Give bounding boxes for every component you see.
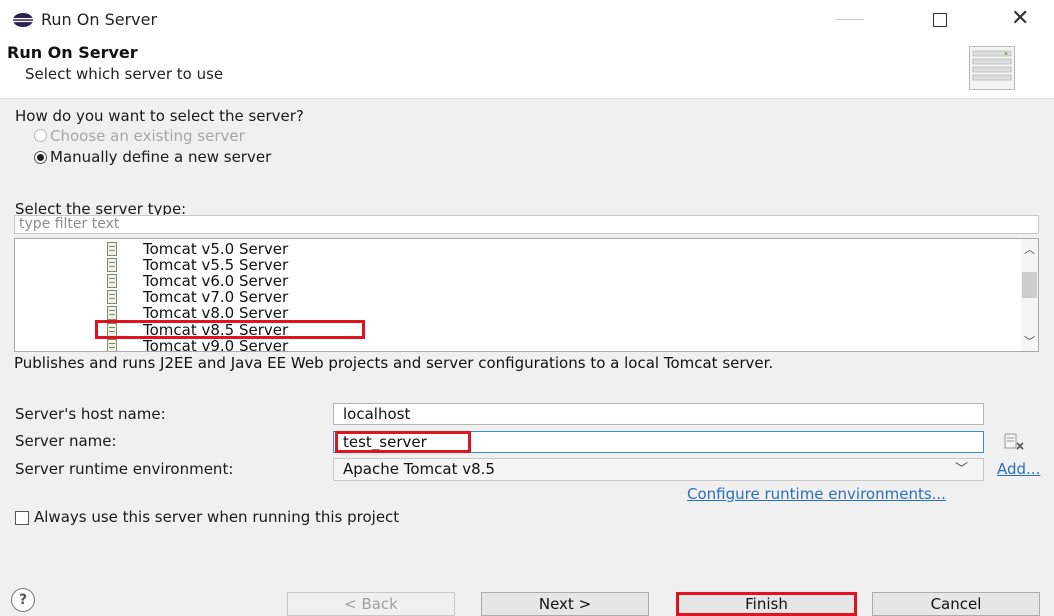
runtime-select[interactable]: Apache Tomcat v8.5 [333,458,984,481]
close-icon[interactable]: ✕ [1011,6,1029,32]
existing-server-radio[interactable] [34,129,47,142]
banner-title: Run On Server [7,43,138,62]
maximize-icon[interactable] [933,13,947,27]
back-button[interactable]: < Back [287,592,455,616]
window-title: Run On Server [41,10,158,29]
help-icon[interactable]: ? [11,588,35,612]
server-item-icon [107,274,117,288]
existing-server-label: Choose an existing server [50,127,245,145]
title-bar [0,0,1054,40]
runtime-label: Server runtime environment: [15,460,234,478]
server-description: Publishes and runs J2EE and Java EE Web … [14,354,774,372]
next-button[interactable]: Next > [481,592,649,616]
server-item-icon [107,290,117,304]
minimize-icon[interactable] [836,19,864,20]
server-item-icon [107,242,117,256]
edit-server-name-icon[interactable] [1003,433,1025,451]
filter-input[interactable]: type filter text [14,215,1039,234]
banner-subtitle: Select which server to use [25,65,224,83]
scrollbar-thumb[interactable] [1022,272,1037,298]
manual-server-radio[interactable] [34,151,47,164]
configure-runtime-link[interactable]: Configure runtime environments... [687,485,946,503]
add-runtime-link[interactable]: Add... [997,460,1040,478]
manual-server-label[interactable]: Manually define a new server [50,148,271,166]
chevron-up-icon[interactable]: ︿ [1024,241,1035,257]
selected-item-highlight [95,320,365,339]
server-name-highlight [335,431,471,453]
server-item-icon [107,258,117,272]
server-item-icon [107,306,117,320]
host-name-label: Server's host name: [15,405,166,423]
selection-question: How do you want to select the server? [15,107,304,125]
cancel-button[interactable]: Cancel [872,592,1040,616]
eclipse-icon [13,13,33,27]
list-item-label: Tomcat v9.0 Server [143,337,289,352]
server-name-label: Server name: [15,432,117,450]
server-item-icon [107,339,117,351]
server-illustration-icon [969,46,1015,90]
chevron-down-icon[interactable]: ﹀ [955,458,968,481]
chevron-down-icon[interactable]: ﹀ [1024,333,1035,349]
host-name-field[interactable]: localhost [333,403,984,425]
finish-button[interactable]: Finish [676,592,857,616]
always-use-label[interactable]: Always use this server when running this… [34,508,399,526]
always-use-checkbox[interactable] [15,511,29,525]
